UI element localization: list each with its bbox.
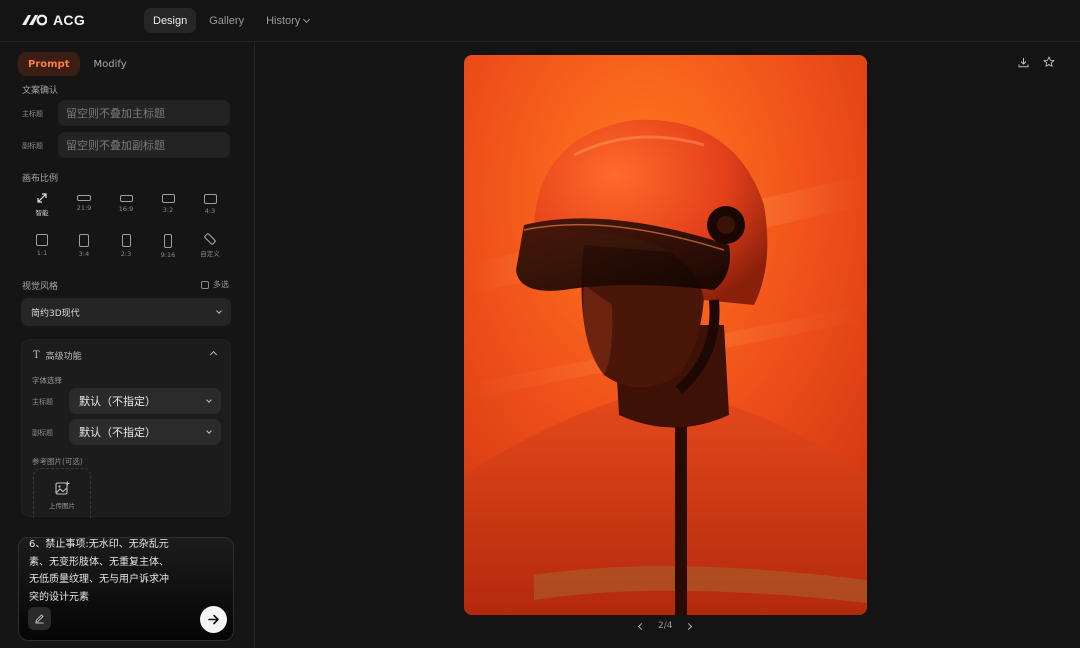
- advanced-header[interactable]: T 高级功能: [33, 349, 82, 362]
- upload-image-button[interactable]: 上传图片: [33, 468, 91, 518]
- generated-image[interactable]: [464, 55, 867, 615]
- ratio-label: 2:3: [120, 250, 132, 258]
- expand-arrows-icon: [37, 193, 47, 203]
- subtitle-input[interactable]: [58, 132, 230, 158]
- chevron-up-icon[interactable]: [209, 350, 218, 359]
- tab-modify[interactable]: Modify: [84, 52, 137, 76]
- style-select[interactable]: 简约3D现代: [21, 298, 231, 326]
- mode-tabs: Prompt Modify: [18, 52, 137, 76]
- ratio-3-2-icon: [161, 194, 175, 203]
- ratio-label: 9:16: [160, 251, 176, 259]
- download-button[interactable]: [1016, 55, 1030, 69]
- text-icon: T: [33, 350, 40, 361]
- app-logo[interactable]: ACG: [21, 12, 85, 28]
- tab-gallery[interactable]: Gallery: [200, 8, 253, 33]
- sidebar: Prompt Modify 文案确认 主标题 副标题 画布比例 智能 21:9 …: [0, 43, 255, 648]
- portrait-image: [464, 55, 867, 615]
- ratio-16-9-icon: [119, 195, 133, 202]
- ratio-label: 16:9: [118, 205, 134, 213]
- ratio-21-9-icon: [77, 195, 91, 201]
- ratio-option-4-3[interactable]: 4:3: [189, 191, 231, 221]
- download-icon: [1018, 57, 1028, 67]
- ratio-option-3-2[interactable]: 3:2: [147, 191, 189, 221]
- ratio-option-custom[interactable]: 自定义: [189, 231, 231, 261]
- ratio-option-16-9[interactable]: 16:9: [105, 191, 147, 221]
- image-upload-icon: [54, 481, 69, 495]
- ratio-9-16-icon: [164, 234, 172, 248]
- prompt-text[interactable]: 6、禁止事项:无水印、无杂乱元 素、无变形肢体、无重复主体、 无低质量纹理、无与…: [29, 538, 189, 606]
- ratio-label: 3:2: [162, 206, 174, 214]
- tab-prompt[interactable]: Prompt: [18, 52, 80, 76]
- reference-label: 参考图片(可选): [32, 457, 83, 466]
- send-button[interactable]: [200, 606, 227, 633]
- subtitle-font-select[interactable]: 默认（不指定）: [69, 419, 221, 445]
- ratio-option-1-1[interactable]: 1:1: [21, 231, 63, 261]
- star-icon: [1043, 56, 1055, 67]
- ratio-option-21-9[interactable]: 21:9: [63, 191, 105, 221]
- ratio-label: 1:1: [36, 249, 48, 257]
- multi-select-checkbox[interactable]: [201, 280, 209, 289]
- ratio-1-1-icon: [36, 234, 48, 246]
- ratio-label: 4:3: [204, 207, 216, 215]
- ratio-2-3-icon: [121, 234, 131, 247]
- tab-gallery-label: Gallery: [209, 14, 245, 27]
- chevron-down-icon: [206, 427, 212, 434]
- ratio-option-2-3[interactable]: 2:3: [105, 231, 147, 261]
- style-select-value: 简约3D现代: [31, 308, 80, 319]
- ratio-option-smart[interactable]: 智能: [21, 191, 63, 221]
- advanced-title: 高级功能: [45, 352, 82, 362]
- advanced-panel: T 高级功能 字体选择 主标题 默认（不指定） 副标题 默认（不指定） 参考图片…: [21, 339, 231, 518]
- pencil-icon: [35, 614, 44, 624]
- pager-text: 2/4: [658, 621, 673, 631]
- arrow-right-icon: [208, 614, 219, 625]
- ratio-grid: 智能 21:9 16:9 3:2 4:3 1:1 3:4 2:3 9:16 自定…: [21, 191, 231, 261]
- ratio-option-9-16[interactable]: 9:16: [147, 231, 189, 261]
- subtitle-font-label: 副标题: [32, 429, 53, 437]
- custom-ratio-icon: [204, 233, 216, 245]
- main-title-font-label: 主标题: [32, 398, 53, 406]
- chevron-down-icon: [216, 307, 222, 314]
- tab-history[interactable]: History: [257, 8, 318, 33]
- app-name: ACG: [53, 12, 86, 28]
- chevron-right-icon[interactable]: [685, 622, 693, 630]
- ratio-section-title: 画布比例: [22, 174, 59, 184]
- font-section-label: 字体选择: [32, 376, 62, 385]
- acg-logo-icon: [22, 14, 47, 26]
- ratio-label: 自定义: [200, 250, 220, 258]
- main-nav: Design Gallery History: [144, 8, 318, 33]
- main-title-font-value: 默认（不指定）: [79, 395, 156, 408]
- copy-section-title: 文案确认: [22, 86, 59, 96]
- edit-button[interactable]: [28, 607, 51, 630]
- favorite-button[interactable]: [1042, 55, 1056, 69]
- ratio-label: 3:4: [78, 250, 90, 258]
- ratio-option-3-4[interactable]: 3:4: [63, 231, 105, 261]
- chevron-down-icon: [206, 396, 212, 403]
- prompt-box[interactable]: 6、禁止事项:无水印、无杂乱元 素、无变形肢体、无重复主体、 无低质量纹理、无与…: [18, 537, 234, 641]
- main-title-label: 主标题: [22, 110, 43, 118]
- ratio-label: 智能: [35, 209, 49, 217]
- multi-select-label: 多选: [213, 280, 229, 289]
- tab-design-label: Design: [153, 14, 188, 27]
- multi-select-toggle[interactable]: 多选: [201, 279, 229, 290]
- tab-history-label: History: [266, 14, 301, 27]
- main-canvas: 2/4: [256, 43, 1080, 648]
- top-bar: ACG Design Gallery History: [0, 0, 1080, 42]
- tab-design[interactable]: Design: [144, 8, 197, 33]
- ratio-3-4-icon: [79, 234, 89, 247]
- subtitle-font-value: 默认（不指定）: [79, 426, 156, 439]
- upload-label: 上传图片: [49, 502, 75, 510]
- main-title-input[interactable]: [58, 100, 230, 126]
- image-pager: 2/4: [637, 621, 693, 631]
- ratio-label: 21:9: [76, 204, 92, 212]
- chevron-left-icon[interactable]: [637, 622, 646, 630]
- ratio-4-3-icon: [203, 194, 217, 204]
- chevron-down-icon: [303, 15, 311, 23]
- subtitle-label: 副标题: [22, 142, 43, 150]
- main-title-font-select[interactable]: 默认（不指定）: [69, 388, 221, 414]
- style-section-title: 视觉风格: [22, 282, 59, 292]
